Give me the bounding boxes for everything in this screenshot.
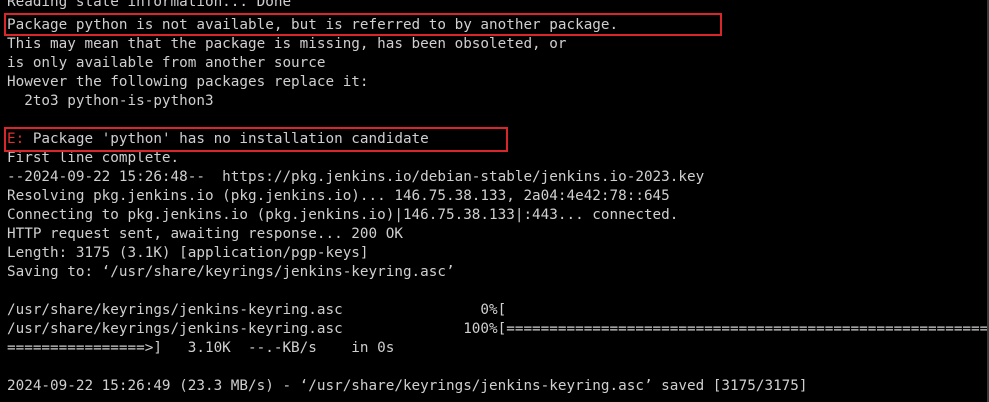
progress-line: /usr/share/keyrings/jenkins-keyring.asc … <box>7 302 507 318</box>
terminal-line: Reading state information... Done <box>7 0 292 10</box>
terminal-line: Saving to: ‘/usr/share/keyrings/jenkins-… <box>7 264 455 280</box>
terminal-line: This may mean that the package is missin… <box>7 36 567 52</box>
terminal-line: is only available from another source <box>7 55 326 71</box>
terminal-line: Length: 3175 (3.1K) [application/pgp-key… <box>7 245 369 261</box>
terminal-line: --2024-09-22 15:26:48-- https://pkg.jenk… <box>7 169 705 185</box>
terminal-line: 2to3 python-is-python3 <box>7 93 214 109</box>
highlight-box-error <box>4 127 508 152</box>
terminal-line: HTTP request sent, awaiting response... … <box>7 226 403 242</box>
highlight-box-package-warning <box>4 13 722 36</box>
terminal-window[interactable]: Reading state information... Done Packag… <box>0 0 989 402</box>
terminal-line: 2024-09-22 15:26:49 (23.3 MB/s) - ‘/usr/… <box>7 378 808 394</box>
progress-line: ================>] 3.10K --.-KB/s in 0s <box>7 340 395 356</box>
progress-line: /usr/share/keyrings/jenkins-keyring.asc … <box>7 321 989 337</box>
terminal-line: Resolving pkg.jenkins.io (pkg.jenkins.io… <box>7 188 670 204</box>
terminal-line: Connecting to pkg.jenkins.io (pkg.jenkin… <box>7 207 679 223</box>
terminal-line: However the following packages replace i… <box>7 74 369 90</box>
